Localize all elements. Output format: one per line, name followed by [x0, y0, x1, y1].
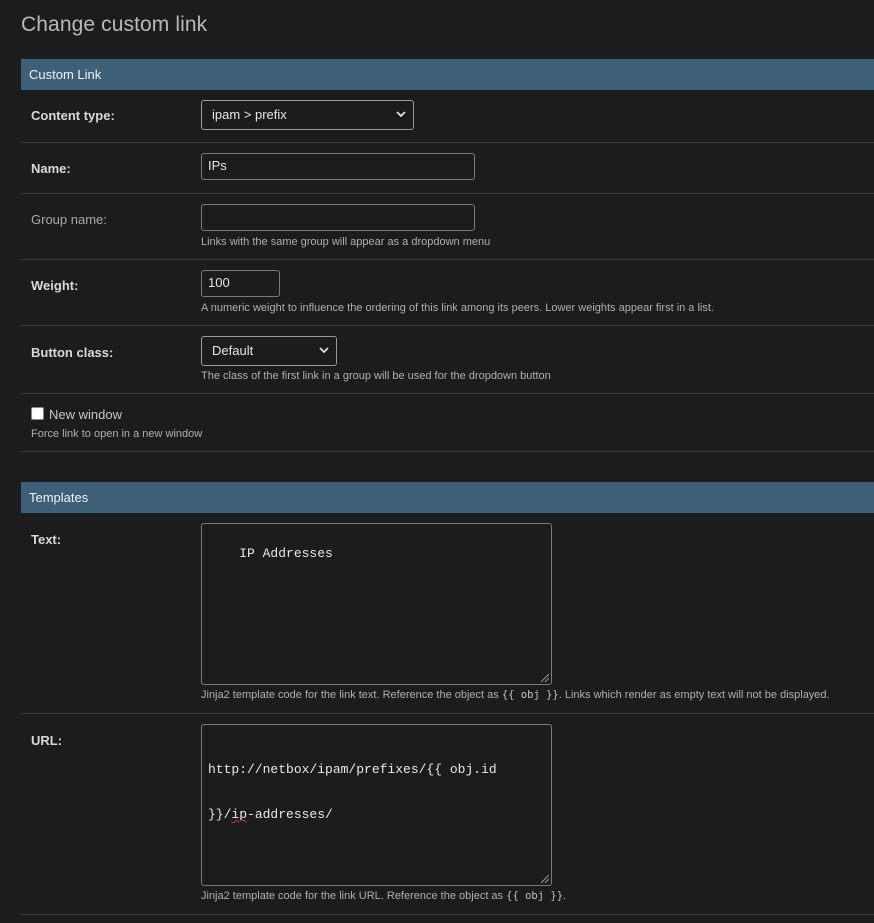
button-class-label: Button class: [31, 345, 114, 360]
group-name-row: Group name: Links with the same group wi… [21, 194, 874, 260]
text-label: Text: [31, 532, 62, 547]
button-class-select[interactable]: Default [201, 336, 337, 366]
text-help: Jinja2 template code for the link text. … [201, 689, 830, 701]
weight-label: Weight: [31, 278, 79, 293]
button-class-row: Button class: Default The class of the f… [21, 326, 874, 394]
name-value: IPs [208, 158, 227, 173]
new-window-row: New window Force link to open in a new w… [21, 394, 874, 452]
url-label: URL: [31, 733, 63, 748]
text-row: Text: IP Addresses Jinja2 template code … [21, 513, 874, 714]
weight-help: A numeric weight to influence the orderi… [201, 302, 714, 314]
url-value-line2-suffix: -addresses/ [247, 807, 333, 822]
text-value: IP Addresses [239, 546, 333, 561]
text-help-after: . Links which render as empty text will … [558, 689, 830, 701]
weight-row: Weight: 100 A numeric weight to influenc… [21, 260, 874, 326]
templates-section-header: Templates [21, 482, 874, 513]
text-textarea[interactable]: IP Addresses [201, 523, 552, 685]
url-help-code: {{ obj }} [506, 890, 564, 902]
new-window-checkbox[interactable] [31, 407, 44, 420]
chevron-down-icon [319, 347, 329, 354]
resize-handle-icon[interactable] [541, 875, 549, 883]
url-value-line2: }}/ip-addresses/ [208, 807, 545, 822]
weight-value: 100 [208, 275, 230, 290]
url-row: URL: http://netbox/ipam/prefixes/{{ obj.… [21, 714, 874, 915]
url-textarea[interactable]: http://netbox/ipam/prefixes/{{ obj.id }}… [201, 724, 552, 886]
new-window-label[interactable]: New window [49, 407, 122, 422]
url-value-line2-prefix: }}/ [208, 807, 232, 822]
chevron-down-icon [396, 111, 406, 118]
group-name-label: Group name: [31, 212, 107, 227]
button-class-help: The class of the first link in a group w… [201, 370, 551, 382]
new-window-help: Force link to open in a new window [31, 428, 203, 440]
url-value-line2-spellcheck: ip [231, 807, 248, 822]
name-row: Name: IPs [21, 143, 874, 194]
button-class-value: Default [212, 343, 254, 358]
url-help-before: Jinja2 template code for the link URL. R… [201, 890, 507, 902]
page-title: Change custom link [21, 13, 208, 36]
content-type-row: Content type: ipam > prefix [21, 90, 874, 143]
content-type-label: Content type: [31, 108, 115, 123]
name-input[interactable]: IPs [201, 153, 475, 180]
group-name-input[interactable] [201, 204, 475, 231]
text-help-code: {{ obj }} [501, 689, 559, 701]
url-value-line1: http://netbox/ipam/prefixes/{{ obj.id [208, 762, 497, 777]
weight-input[interactable]: 100 [201, 270, 280, 297]
url-help: Jinja2 template code for the link URL. R… [201, 890, 566, 902]
content-type-value: ipam > prefix [212, 107, 287, 122]
custom-link-section-header: Custom Link [21, 59, 874, 90]
url-help-after: . [563, 890, 567, 902]
resize-handle-icon[interactable] [541, 674, 549, 682]
group-name-help: Links with the same group will appear as… [201, 236, 491, 248]
name-label: Name: [31, 161, 71, 176]
content-type-select[interactable]: ipam > prefix [201, 100, 414, 130]
text-help-before: Jinja2 template code for the link text. … [201, 689, 502, 701]
